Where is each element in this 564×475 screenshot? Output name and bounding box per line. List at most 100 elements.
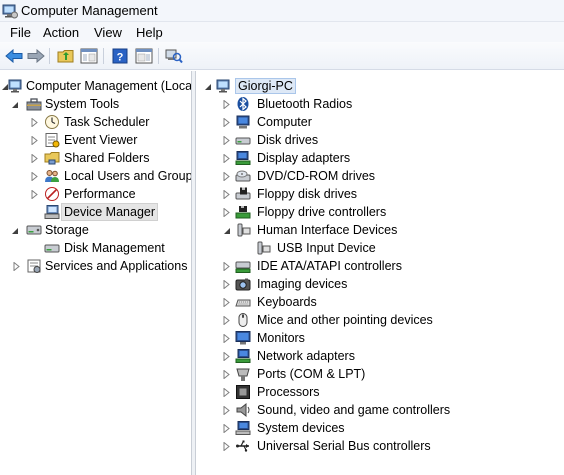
device-category-disk-drives[interactable]: Disk drives bbox=[197, 131, 564, 149]
svg-text:?: ? bbox=[117, 52, 124, 64]
toolbar: ? bbox=[0, 42, 564, 70]
device-category-ide-ata-atapi-controllers[interactable]: IDE ATA/ATAPI controllers bbox=[197, 257, 564, 275]
up-folder-icon[interactable] bbox=[56, 47, 76, 65]
device-tree-root[interactable]: Giorgi-PC bbox=[197, 77, 564, 95]
menu-bar: File Action View Help bbox=[0, 22, 564, 42]
device-usb-input-device[interactable]: USB Input Device bbox=[197, 239, 564, 257]
device-category-human-interface-devices[interactable]: Human Interface Devices bbox=[197, 221, 564, 239]
tree-item-disk-management[interactable]: Disk Management bbox=[0, 239, 191, 257]
expand-arrow-icon[interactable] bbox=[222, 334, 231, 343]
expand-arrow-icon[interactable] bbox=[222, 388, 231, 397]
device-category-monitors[interactable]: Monitors bbox=[197, 329, 564, 347]
tree-item-computer-management[interactable]: Computer Management (Local bbox=[0, 77, 191, 95]
dvd-drive-icon bbox=[235, 168, 251, 184]
menu-view[interactable]: View bbox=[94, 25, 122, 40]
network-adapter-icon bbox=[235, 348, 251, 364]
tree-label: System Tools bbox=[45, 97, 120, 111]
disk-icon bbox=[44, 240, 60, 256]
device-category-display-adapters[interactable]: Display adapters bbox=[197, 149, 564, 167]
computer-icon bbox=[8, 78, 24, 94]
expand-arrow-icon[interactable] bbox=[222, 352, 231, 361]
expand-arrow-icon[interactable] bbox=[222, 316, 231, 325]
bluetooth-icon bbox=[235, 96, 251, 112]
device-category-bluetooth-radios[interactable]: Bluetooth Radios bbox=[197, 95, 564, 113]
tree-item-storage[interactable]: Storage bbox=[0, 221, 191, 239]
expand-arrow-icon[interactable] bbox=[30, 136, 39, 145]
expand-arrow-icon[interactable] bbox=[222, 298, 231, 307]
device-category-sound-video-and-game-controllers[interactable]: Sound, video and game controllers bbox=[197, 401, 564, 419]
device-category-system-devices[interactable]: System devices bbox=[197, 419, 564, 437]
show-hide-action-pane-icon[interactable] bbox=[134, 47, 154, 65]
tree-item-system-tools[interactable]: System Tools bbox=[0, 95, 191, 113]
tree-item-local-users-and-groups[interactable]: Local Users and Groups bbox=[0, 167, 191, 185]
processor-icon bbox=[235, 384, 251, 400]
device-tree-label: Floppy disk drives bbox=[257, 187, 358, 201]
tree-item-device-manager[interactable]: Device Manager bbox=[0, 203, 191, 221]
collapse-arrow-icon[interactable] bbox=[10, 226, 19, 235]
expand-arrow-icon[interactable] bbox=[222, 118, 231, 127]
expand-arrow-icon[interactable] bbox=[12, 262, 21, 271]
expand-arrow-icon[interactable] bbox=[222, 280, 231, 289]
expand-arrow-icon[interactable] bbox=[30, 118, 39, 127]
device-category-universal-serial-bus-controllers[interactable]: Universal Serial Bus controllers bbox=[197, 437, 564, 455]
scan-hardware-icon[interactable] bbox=[164, 47, 184, 65]
device-tree-label: Mice and other pointing devices bbox=[257, 313, 433, 327]
device-tree-label: Network adapters bbox=[257, 349, 355, 363]
expand-arrow-icon[interactable] bbox=[222, 172, 231, 181]
menu-action[interactable]: Action bbox=[43, 25, 79, 40]
collapse-arrow-icon[interactable] bbox=[222, 226, 231, 235]
expand-arrow-icon[interactable] bbox=[222, 100, 231, 109]
expand-arrow-icon[interactable] bbox=[222, 208, 231, 217]
tree-item-shared-folders[interactable]: Shared Folders bbox=[0, 149, 191, 167]
forward-arrow-icon[interactable] bbox=[26, 47, 46, 65]
expand-arrow-icon[interactable] bbox=[222, 154, 231, 163]
device-category-keyboards[interactable]: Keyboards bbox=[197, 293, 564, 311]
tree-item-task-scheduler[interactable]: Task Scheduler bbox=[0, 113, 191, 131]
show-hide-tree-icon[interactable] bbox=[79, 47, 99, 65]
usb-input-device-icon bbox=[255, 240, 271, 256]
mouse-icon bbox=[235, 312, 251, 328]
device-tree-label: Imaging devices bbox=[257, 277, 348, 291]
device-tree-label: Bluetooth Radios bbox=[257, 97, 353, 111]
device-category-dvd-cd-rom-drives[interactable]: DVD/CD-ROM drives bbox=[197, 167, 564, 185]
expand-arrow-icon[interactable] bbox=[30, 154, 39, 163]
device-category-computer[interactable]: Computer bbox=[197, 113, 564, 131]
device-tree-label: Giorgi-PC bbox=[235, 78, 296, 94]
tree-item-services-and-applications[interactable]: Services and Applications bbox=[0, 257, 191, 275]
device-category-network-adapters[interactable]: Network adapters bbox=[197, 347, 564, 365]
display-adapter-icon bbox=[235, 150, 251, 166]
device-tree-label: Ports (COM & LPT) bbox=[257, 367, 366, 381]
expand-arrow-icon[interactable] bbox=[222, 190, 231, 199]
device-tree-label: Computer bbox=[257, 115, 312, 129]
menu-file[interactable]: File bbox=[10, 25, 31, 40]
expand-arrow-icon[interactable] bbox=[222, 442, 231, 451]
device-category-imaging-devices[interactable]: Imaging devices bbox=[197, 275, 564, 293]
pane-splitter[interactable] bbox=[192, 71, 196, 475]
device-category-ports-com-lpt[interactable]: Ports (COM & LPT) bbox=[197, 365, 564, 383]
tree-item-event-viewer[interactable]: Event Viewer bbox=[0, 131, 191, 149]
device-category-processors[interactable]: Processors bbox=[197, 383, 564, 401]
collapse-arrow-icon[interactable] bbox=[10, 100, 19, 109]
expand-arrow-icon[interactable] bbox=[222, 424, 231, 433]
expand-arrow-icon[interactable] bbox=[30, 172, 39, 181]
system-devices-icon bbox=[235, 420, 251, 436]
tree-label: Device Manager bbox=[60, 203, 159, 221]
help-icon[interactable]: ? bbox=[110, 47, 130, 65]
device-category-mice-and-other-pointing-devices[interactable]: Mice and other pointing devices bbox=[197, 311, 564, 329]
back-arrow-icon[interactable] bbox=[4, 47, 24, 65]
collapse-arrow-icon[interactable] bbox=[203, 82, 212, 91]
device-tree-label: USB Input Device bbox=[277, 241, 376, 255]
shared-folder-icon bbox=[44, 150, 60, 166]
tree-item-performance[interactable]: Performance bbox=[0, 185, 191, 203]
device-tree-label: Human Interface Devices bbox=[257, 223, 398, 237]
device-tree-label: Sound, video and game controllers bbox=[257, 403, 451, 417]
expand-arrow-icon[interactable] bbox=[222, 406, 231, 415]
expand-arrow-icon[interactable] bbox=[222, 136, 231, 145]
menu-help[interactable]: Help bbox=[136, 25, 163, 40]
device-tree-label: Floppy drive controllers bbox=[257, 205, 387, 219]
device-category-floppy-disk-drives[interactable]: Floppy disk drives bbox=[197, 185, 564, 203]
expand-arrow-icon[interactable] bbox=[222, 262, 231, 271]
expand-arrow-icon[interactable] bbox=[222, 370, 231, 379]
expand-arrow-icon[interactable] bbox=[30, 190, 39, 199]
device-category-floppy-drive-controllers[interactable]: Floppy drive controllers bbox=[197, 203, 564, 221]
